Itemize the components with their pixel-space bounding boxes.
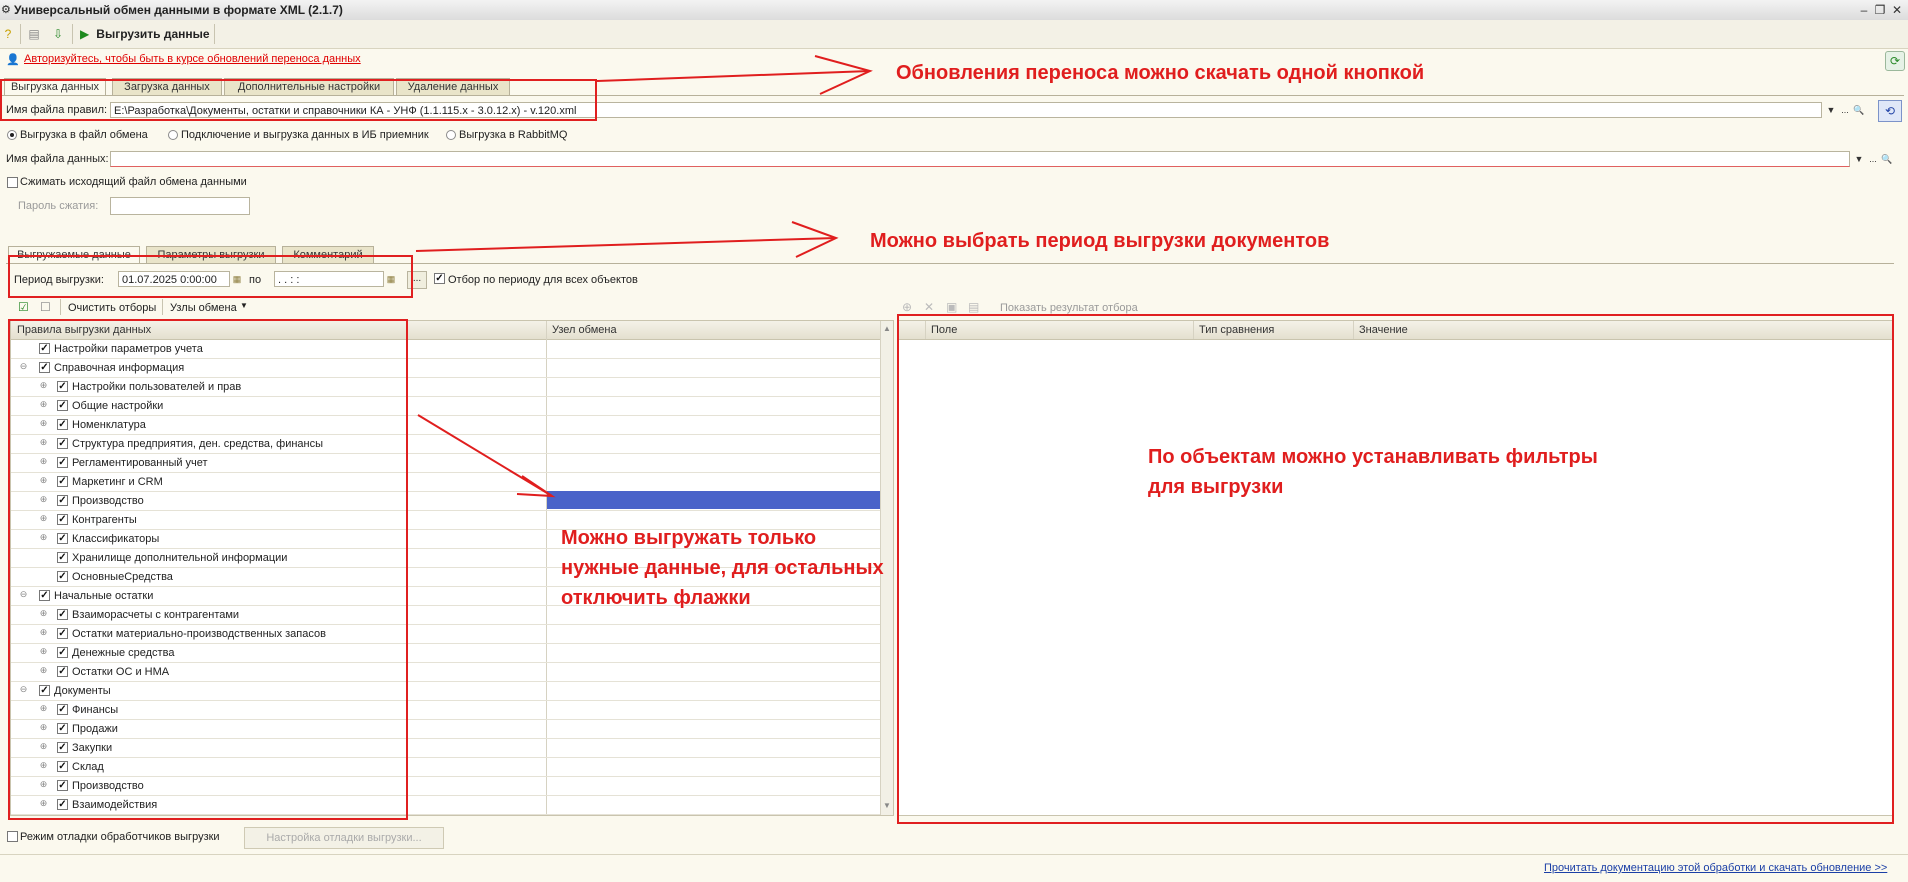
annotation-filters: По объектам можно устанавливать фильтры …: [1148, 442, 1598, 502]
annotation-updates: Обновления переноса можно скачать одной …: [896, 62, 1425, 84]
annotation-filters-line: для выгрузки: [1148, 476, 1284, 498]
annotation-period: Можно выбрать период выгрузки документов: [870, 230, 1330, 252]
arrow-rules: [417, 414, 556, 498]
annotation-rules-line: нужные данные, для остальных: [561, 557, 884, 579]
annotation-rules-line: Можно выгружать только: [561, 527, 817, 549]
annotation-filters-line: По объектам можно устанавливать фильтры: [1148, 446, 1598, 468]
annotation-rules-line: отключить флажки: [561, 587, 751, 609]
annotation-arrows: [415, 55, 873, 498]
arrow-period: [415, 221, 839, 258]
arrow-updates: [596, 55, 873, 95]
annotation-rules: Можно выгружать только нужные данные, дл…: [561, 523, 884, 613]
